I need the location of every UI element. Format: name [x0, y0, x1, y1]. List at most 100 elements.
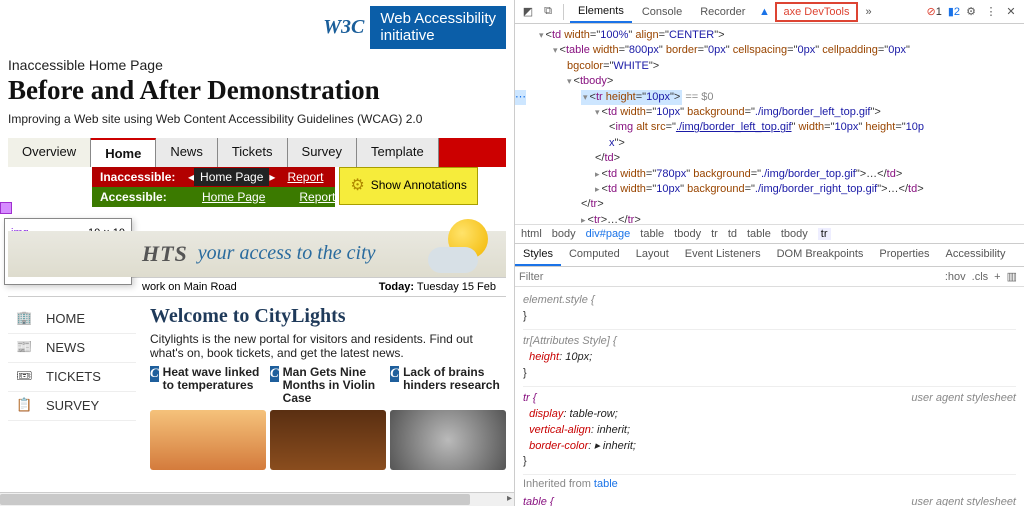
css-val: 10px;	[565, 351, 592, 363]
card-3[interactable]: CLack of brains hinders research	[390, 366, 506, 470]
page-title: Before and After Demonstration	[8, 75, 506, 106]
nav-tickets[interactable]: TICKETS	[8, 363, 136, 392]
horizontal-scrollbar[interactable]: ▸	[0, 492, 514, 506]
crumb[interactable]: table	[747, 228, 771, 240]
tab-tickets[interactable]: Tickets	[218, 138, 288, 167]
tr-rule: tr {	[523, 392, 536, 404]
crumb[interactable]: tbody	[674, 228, 701, 240]
strip-left: work on Main Road	[142, 281, 237, 293]
more-tabs-icon[interactable]: »	[860, 3, 878, 21]
inspect-highlight-box	[0, 202, 12, 214]
subtitle-2: Improving a Web site using Web Content A…	[8, 112, 506, 126]
crumb[interactable]: tr	[711, 228, 718, 240]
nav-home[interactable]: HOME	[8, 305, 136, 334]
msg-count: 2	[954, 6, 960, 18]
crumb[interactable]: div#page	[586, 228, 631, 240]
dom-src-link[interactable]: ./img/border_left_top.gif	[676, 121, 792, 133]
newspaper-icon	[16, 339, 38, 357]
c-icon: C	[150, 366, 159, 382]
inherited-from: Inherited from table	[523, 477, 1016, 493]
brand-text: HTS	[142, 241, 188, 267]
crumb[interactable]: td	[728, 228, 737, 240]
header-row: W3C Web Accessibility initiative	[8, 6, 506, 49]
crumb-selected[interactable]: tr	[818, 228, 831, 240]
inspect-icon[interactable]: ◩	[519, 3, 537, 21]
css-val: table-row;	[570, 408, 618, 420]
dom-tree[interactable]: <td width="100%" align="CENTER"> <table …	[515, 24, 1024, 224]
device-toggle-icon[interactable]: ⧉	[539, 3, 557, 21]
bar-acc-label: Accessible:	[92, 190, 188, 204]
styles-tab-styles[interactable]: Styles	[515, 244, 561, 266]
crumb[interactable]: table	[640, 228, 664, 240]
c-icon: C	[390, 366, 399, 382]
crumb[interactable]: body	[552, 228, 576, 240]
css-prop: border-color	[529, 440, 588, 452]
styles-pane[interactable]: element.style {} tr[Attributes Style] { …	[515, 287, 1024, 506]
primary-tabs: Overview Home News Tickets Survey Templa…	[8, 138, 506, 167]
styles-tab-listeners[interactable]: Event Listeners	[677, 244, 769, 266]
bar-report-link-1[interactable]: Report	[287, 170, 323, 184]
ticket-icon	[16, 368, 38, 386]
styles-tab-layout[interactable]: Layout	[628, 244, 677, 266]
bar-report-link-2[interactable]: Report	[299, 190, 335, 204]
devtools-tab-axe[interactable]: axe DevTools	[775, 2, 857, 22]
settings-icon[interactable]: ⚙	[962, 3, 980, 21]
strip-right: Today: Tuesday 15 Feb	[379, 281, 496, 293]
cls-toggle[interactable]: .cls	[969, 271, 992, 283]
styles-tab-dombp[interactable]: DOM Breakpoints	[769, 244, 872, 266]
tab-overview[interactable]: Overview	[8, 138, 91, 167]
styles-tab-props[interactable]: Properties	[871, 244, 937, 266]
weather-icon	[428, 219, 488, 279]
slogan-text: your access to the city	[198, 242, 376, 265]
bar-inaccessible: Inaccessible: ◂ Home Page ▸ Report	[92, 167, 335, 187]
devtools-tab-recorder[interactable]: Recorder	[692, 2, 753, 22]
message-badge[interactable]: ▮2	[948, 5, 960, 18]
brand-band: HTS your access to the city	[8, 231, 506, 277]
error-badge[interactable]: ⊘1	[926, 5, 941, 18]
scroll-thumb[interactable]	[0, 494, 470, 505]
css-val: inherit;	[597, 424, 630, 436]
bar-home-page-link[interactable]: Home Page	[202, 190, 265, 204]
inherit-tag[interactable]: table	[594, 478, 618, 490]
dom-breadcrumbs[interactable]: html body div#page table tbody tr td tab…	[515, 224, 1024, 244]
show-annotations-button[interactable]: ⚙ Show Annotations	[339, 167, 477, 205]
devtools-tabbar: ◩ ⧉ Elements Console Recorder ▲ axe DevT…	[515, 0, 1024, 24]
devtools-panel: ◩ ⧉ Elements Console Recorder ▲ axe DevT…	[514, 0, 1024, 506]
bar-home-page[interactable]: Home Page	[194, 168, 269, 186]
c-icon: C	[270, 366, 279, 382]
sidebar-toggle-icon[interactable]: ▥	[1004, 270, 1020, 283]
ua-label: user agent stylesheet	[911, 495, 1016, 506]
tab-template[interactable]: Template	[357, 138, 439, 167]
card-image	[390, 410, 506, 470]
kebab-icon[interactable]: ⋮	[982, 3, 1000, 21]
styles-tab-computed[interactable]: Computed	[561, 244, 628, 266]
card-2[interactable]: CMan Gets Nine Months in Violin Case	[270, 366, 386, 470]
crumb[interactable]: html	[521, 228, 542, 240]
card-title: Heat wave linked to temperatures	[163, 366, 266, 406]
css-prop: vertical-align	[529, 424, 591, 436]
devtools-tab-console[interactable]: Console	[634, 2, 690, 22]
building-icon	[16, 310, 38, 328]
news-cards: CHeat wave linked to temperatures CMan G…	[150, 366, 506, 470]
plus-icon[interactable]: +	[991, 271, 1003, 283]
nav-survey[interactable]: SURVEY	[8, 392, 136, 421]
gear-icon: ⚙	[350, 177, 364, 195]
hov-toggle[interactable]: :hov	[942, 271, 969, 283]
styles-filter-input[interactable]	[519, 271, 942, 283]
rec-beta-icon: ▲	[755, 3, 773, 21]
triangle-right-icon[interactable]: ▸	[269, 170, 275, 184]
styles-filter-row: :hov .cls + ▥	[515, 267, 1024, 287]
devtools-tab-elements[interactable]: Elements	[570, 1, 632, 23]
nav-news[interactable]: NEWS	[8, 334, 136, 363]
crumb[interactable]: tbody	[781, 228, 808, 240]
scroll-right-arrow-icon[interactable]: ▸	[507, 493, 512, 504]
styles-tab-a11y[interactable]: Accessibility	[938, 244, 1014, 266]
close-icon[interactable]: ✕	[1002, 3, 1020, 21]
card-image	[150, 410, 266, 470]
tab-news[interactable]: News	[156, 138, 218, 167]
tab-home[interactable]: Home	[91, 138, 156, 167]
tab-survey[interactable]: Survey	[288, 138, 357, 167]
welcome-heading: Welcome to CityLights	[150, 305, 506, 328]
styles-tabbar: Styles Computed Layout Event Listeners D…	[515, 244, 1024, 267]
card-1[interactable]: CHeat wave linked to temperatures	[150, 366, 266, 470]
